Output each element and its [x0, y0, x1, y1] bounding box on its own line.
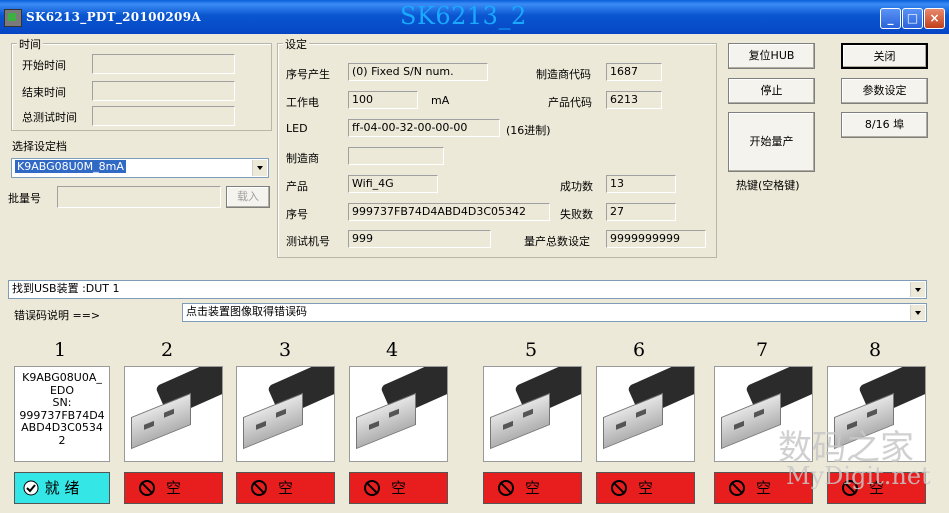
serial-field: 999737FB74D4ABD4D3C05342	[348, 203, 550, 221]
led-field: ff-04-00-32-00-00-00	[348, 119, 500, 137]
port-2-device[interactable]	[124, 366, 223, 462]
port-5-device[interactable]	[483, 366, 582, 462]
product-field: Wifi_4G	[348, 175, 438, 193]
chevron-down-icon[interactable]	[910, 282, 925, 297]
minimize-button[interactable]: _	[880, 8, 901, 29]
stop-button[interactable]: 停止	[728, 78, 815, 104]
prohibited-icon	[611, 480, 627, 496]
port-number: 8	[868, 339, 882, 361]
product-code-field: 6213	[606, 91, 662, 109]
port-1-status[interactable]: 就 绪	[14, 472, 110, 504]
port-1-info-text: K9ABG08U0A_ EDO SN: 999737FB74D4 ABD4D3C…	[19, 371, 105, 447]
current-field: 100	[348, 91, 418, 109]
center-title: SK6213_2	[400, 2, 527, 30]
port-status-label: 空	[755, 479, 771, 497]
ports-button[interactable]: 8/16 埠	[841, 112, 928, 138]
total-count-label: 量产总数设定	[524, 235, 590, 248]
prohibited-icon	[139, 480, 155, 496]
current-unit: mA	[431, 94, 450, 107]
vendor-code-label: 制造商代码	[536, 68, 591, 81]
start-production-button[interactable]: 开始量产	[728, 112, 815, 172]
port-number: 2	[160, 339, 174, 361]
ready-icon	[23, 480, 39, 496]
start-time-label: 开始时间	[22, 59, 66, 72]
prohibited-icon	[498, 480, 514, 496]
port-1-info[interactable]: K9ABG08U0A_ EDO SN: 999737FB74D4 ABD4D3C…	[14, 366, 110, 462]
load-button[interactable]: 载入	[226, 186, 270, 208]
port-number: 6	[632, 339, 646, 361]
port-status-label: 空	[165, 479, 181, 497]
serial-gen-field: (0) Fixed S/N num.	[348, 63, 488, 81]
manufacturer-label: 制造商	[286, 152, 319, 165]
close-window-button[interactable]: ×	[924, 8, 945, 29]
tester-id-label: 测试机号	[286, 235, 330, 248]
profile-label: 选择设定档	[12, 140, 67, 153]
prohibited-icon	[364, 480, 380, 496]
total-count-field: 9999999999	[606, 230, 706, 248]
product-code-label: 产品代码	[548, 96, 592, 109]
serial-gen-label: 序号产生	[286, 68, 330, 81]
error-code-label: 错误码说明 ==>	[14, 309, 101, 322]
port-5-status[interactable]: 空	[483, 472, 582, 504]
window-title: SK6213_PDT_20100209A	[26, 10, 201, 24]
error-code-select[interactable]: 点击装置图像取得错误码	[182, 303, 927, 322]
success-count-field: 13	[606, 175, 676, 193]
port-6-device[interactable]	[596, 366, 695, 462]
chevron-down-icon[interactable]	[252, 160, 267, 176]
tester-id-field: 999	[348, 230, 491, 248]
prohibited-icon	[251, 480, 267, 496]
port-3-device[interactable]	[236, 366, 335, 462]
usb-device-value: 找到USB装置 :DUT 1	[12, 282, 120, 295]
fail-count-label: 失败数	[560, 208, 593, 221]
hotkey-hint: 热键(空格键)	[736, 179, 800, 192]
port-number: 4	[385, 339, 399, 361]
led-unit: (16进制)	[506, 124, 551, 137]
watermark-en: MyDigit.net	[786, 462, 931, 490]
port-number: 5	[524, 339, 538, 361]
success-count-label: 成功数	[560, 180, 593, 193]
usb-device-select[interactable]: 找到USB装置 :DUT 1	[8, 280, 927, 299]
port-6-status[interactable]: 空	[596, 472, 695, 504]
port-number: 1	[53, 339, 67, 361]
fail-count-field: 27	[606, 203, 676, 221]
current-label: 工作电	[286, 96, 319, 109]
port-4-device[interactable]	[349, 366, 448, 462]
batch-input[interactable]	[57, 186, 221, 208]
batch-label: 批量号	[8, 192, 41, 205]
settings-group-title: 设定	[283, 36, 309, 52]
port-status-label: 空	[390, 479, 406, 497]
total-time-label: 总测试时间	[22, 111, 77, 124]
end-time-label: 结束时间	[22, 86, 66, 99]
app-icon	[4, 9, 22, 27]
port-number: 7	[755, 339, 769, 361]
port-status-label: 就 绪	[44, 479, 80, 497]
port-number: 3	[278, 339, 292, 361]
params-button[interactable]: 参数设定	[841, 78, 928, 104]
port-status-label: 空	[637, 479, 653, 497]
port-status-label: 空	[277, 479, 293, 497]
maximize-button[interactable]: □	[902, 8, 923, 29]
port-3-status[interactable]: 空	[236, 472, 335, 504]
manufacturer-field	[348, 147, 444, 165]
product-label: 产品	[286, 180, 308, 193]
profile-select[interactable]: K9ABG08U0M_8mA	[11, 158, 269, 178]
port-status-label: 空	[524, 479, 540, 497]
end-time-field	[92, 81, 235, 101]
close-button[interactable]: 关闭	[841, 43, 928, 69]
led-label: LED	[286, 122, 308, 135]
error-code-value: 点击装置图像取得错误码	[186, 305, 307, 318]
start-time-field	[92, 54, 235, 74]
vendor-code-field: 1687	[606, 63, 662, 81]
port-4-status[interactable]: 空	[349, 472, 448, 504]
chevron-down-icon[interactable]	[910, 305, 925, 320]
reset-hub-button[interactable]: 复位HUB	[728, 43, 815, 69]
serial-label: 序号	[286, 208, 308, 221]
port-2-status[interactable]: 空	[124, 472, 223, 504]
profile-selected: K9ABG08U0M_8mA	[15, 160, 126, 173]
prohibited-icon	[729, 480, 745, 496]
time-group-title: 时间	[17, 36, 43, 52]
total-time-field	[92, 106, 235, 126]
